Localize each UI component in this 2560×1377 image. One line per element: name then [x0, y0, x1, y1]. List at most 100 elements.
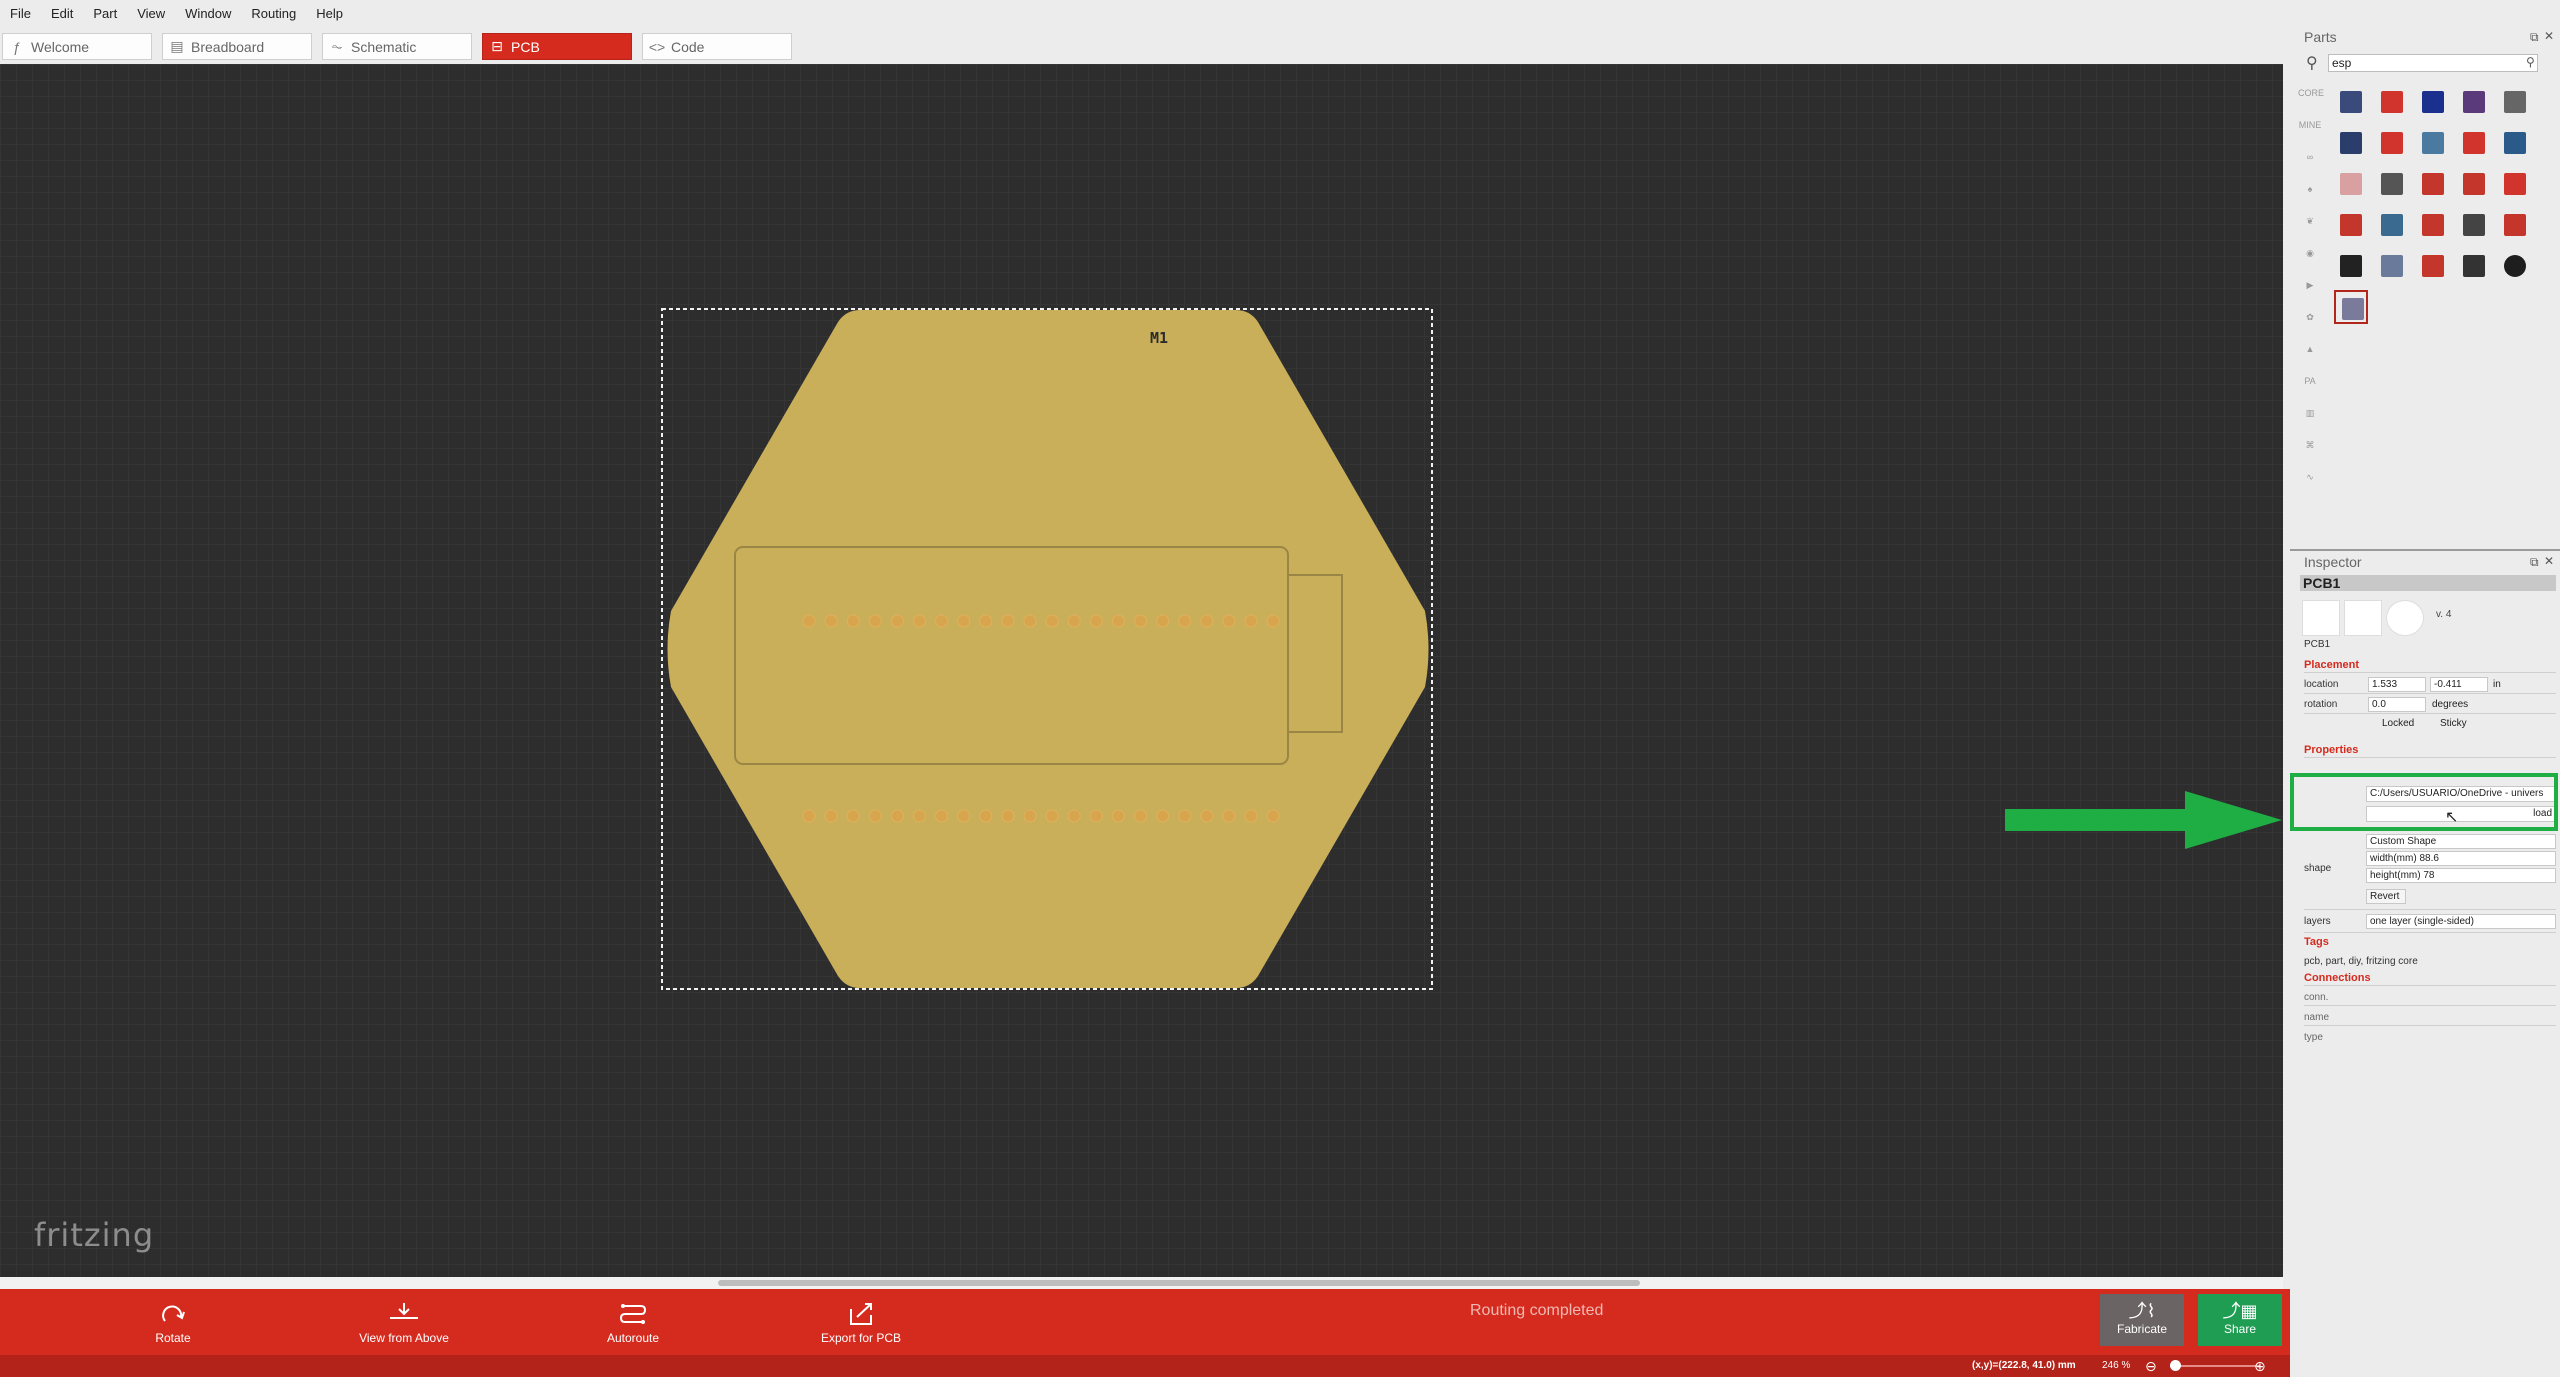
menu-help[interactable]: Help: [306, 0, 353, 27]
close-icon[interactable]: ✕: [2544, 29, 2554, 43]
zoom-out-icon[interactable]: ⊖: [2145, 1358, 2157, 1375]
part-result-thumbnail[interactable]: [2334, 167, 2368, 201]
tab-schematic[interactable]: ⏦ Schematic: [322, 33, 472, 60]
part-result-thumbnail[interactable]: [2416, 208, 2450, 242]
part-result-thumbnail[interactable]: [2334, 126, 2368, 160]
view-from-above-icon: [390, 1303, 418, 1319]
location-y-input[interactable]: -0.411: [2430, 677, 2488, 692]
part-result-thumbnail[interactable]: [2498, 126, 2532, 160]
menu-part[interactable]: Part: [83, 0, 127, 27]
sticky-checkbox[interactable]: Sticky: [2440, 718, 2467, 729]
bin-intel-icon[interactable]: ◉: [2298, 237, 2322, 269]
pcb-board[interactable]: [667, 310, 1429, 988]
menu-file[interactable]: File: [0, 0, 41, 27]
part-swatch: [2422, 91, 2444, 113]
bin-contrib-icon[interactable]: ⌘: [2298, 429, 2322, 461]
tab-label: PCB: [511, 38, 540, 55]
zoom-in-icon[interactable]: ⊕: [2254, 1358, 2266, 1375]
float-icon[interactable]: ⧉: [2530, 30, 2539, 45]
menu-window[interactable]: Window: [175, 0, 241, 27]
part-result-thumbnail[interactable]: [2416, 249, 2450, 283]
pcb-canvas[interactable]: M1 fritzing: [0, 64, 2283, 1277]
part-title-bar: PCB1: [2300, 575, 2556, 591]
height-field[interactable]: height(mm) 78: [2366, 868, 2556, 883]
zoom-slider[interactable]: [2170, 1365, 2260, 1367]
part-result-thumbnail[interactable]: [2375, 85, 2409, 119]
bin-temp-icon[interactable]: ∿: [2298, 461, 2322, 493]
part-result-thumbnail[interactable]: [2498, 167, 2532, 201]
part-result-thumbnail[interactable]: [2416, 167, 2450, 201]
part-swatch: [2463, 91, 2485, 113]
menu-view[interactable]: View: [127, 0, 175, 27]
part-result-thumbnail[interactable]: [2498, 85, 2532, 119]
location-x-input[interactable]: 1.533: [2368, 677, 2426, 692]
part-swatch: [2422, 255, 2444, 277]
part-result-thumbnail[interactable]: [2498, 208, 2532, 242]
horizontal-scrollbar-thumb[interactable]: [718, 1280, 1640, 1286]
rotation-input[interactable]: 0.0: [2368, 697, 2426, 712]
part-swatch: [2463, 173, 2485, 195]
part-swatch: [2422, 132, 2444, 154]
part-result-thumbnail[interactable]: [2457, 85, 2491, 119]
float-icon[interactable]: ⧉: [2530, 555, 2539, 570]
bin-sparkfun-icon[interactable]: ♠: [2298, 173, 2322, 205]
part-result-thumbnail[interactable]: [2457, 249, 2491, 283]
bin-snootlab-icon[interactable]: ▲: [2298, 333, 2322, 365]
bin-core[interactable]: CORE: [2298, 77, 2324, 109]
tab-pcb[interactable]: ⊟ PCB: [482, 33, 632, 60]
divider: [2304, 1005, 2556, 1006]
close-icon[interactable]: ✕: [2544, 554, 2554, 568]
bin-seeed-icon[interactable]: ❦: [2298, 205, 2322, 237]
breadboard-thumbnail: [2302, 600, 2340, 636]
parts-search-input[interactable]: esp: [2328, 54, 2538, 72]
search-submit-icon[interactable]: ⚲: [2526, 55, 2535, 69]
share-button[interactable]: ⤴︎▦ Share: [2198, 1294, 2282, 1346]
bin-arduino-icon[interactable]: ∞: [2298, 141, 2322, 173]
part-result-thumbnail[interactable]: [2334, 249, 2368, 283]
part-result-thumbnail[interactable]: [2375, 208, 2409, 242]
width-field[interactable]: width(mm) 88.6: [2366, 851, 2556, 866]
canvas-divider: [2283, 64, 2290, 1277]
bin-mine[interactable]: MINE: [2298, 109, 2322, 141]
part-result-thumbnail[interactable]: [2416, 85, 2450, 119]
part-result-thumbnail[interactable]: [2457, 167, 2491, 201]
layers-select[interactable]: one layer (single-sided): [2366, 914, 2556, 929]
connections-title: Connections: [2304, 972, 2371, 984]
pad: [1111, 614, 1125, 628]
part-result-thumbnail[interactable]: [2334, 85, 2368, 119]
pad: [957, 614, 971, 628]
menu-edit[interactable]: Edit: [41, 0, 83, 27]
pad: [846, 809, 860, 823]
part-result-thumbnail[interactable]: [2334, 208, 2368, 242]
rotate-button[interactable]: Rotate: [113, 1289, 233, 1355]
tab-breadboard[interactable]: ▤ Breadboard: [162, 33, 312, 60]
part-swatch: [2340, 132, 2362, 154]
part-result-thumbnail[interactable]: [2375, 167, 2409, 201]
tab-welcome[interactable]: ƒ Welcome: [2, 33, 152, 60]
shape-select[interactable]: Custom Shape: [2366, 834, 2556, 849]
tab-code[interactable]: <> Code: [642, 33, 792, 60]
part-result-thumbnail[interactable]: [2375, 249, 2409, 283]
view-from-above-button[interactable]: View from Above: [344, 1289, 464, 1355]
fabricate-button[interactable]: ⤴︎⌇ Fabricate: [2100, 1294, 2184, 1346]
autoroute-button[interactable]: Autoroute: [573, 1289, 693, 1355]
part-result-thumbnail[interactable]: [2334, 290, 2368, 324]
part-result-thumbnail[interactable]: [2416, 126, 2450, 160]
bin-play-icon[interactable]: ▶: [2298, 269, 2322, 301]
bin-pa-icon[interactable]: PA: [2298, 365, 2322, 397]
bin-adafruit-icon[interactable]: ✿: [2298, 301, 2322, 333]
zoom-slider-handle[interactable]: [2170, 1360, 2181, 1371]
part-result-thumbnail[interactable]: [2498, 249, 2532, 283]
bin-kit-icon[interactable]: ▥: [2298, 397, 2322, 429]
part-result-thumbnail[interactable]: [2457, 208, 2491, 242]
menu-routing[interactable]: Routing: [241, 0, 306, 27]
divider: [2304, 693, 2556, 694]
revert-button[interactable]: Revert: [2366, 889, 2406, 904]
part-swatch: [2422, 173, 2444, 195]
part-result-thumbnail[interactable]: [2457, 126, 2491, 160]
pad: [802, 809, 816, 823]
export-for-pcb-button[interactable]: Export for PCB: [801, 1289, 921, 1355]
part-result-thumbnail[interactable]: [2375, 126, 2409, 160]
locked-checkbox[interactable]: Locked: [2382, 718, 2414, 729]
tab-label: Schematic: [351, 38, 417, 55]
